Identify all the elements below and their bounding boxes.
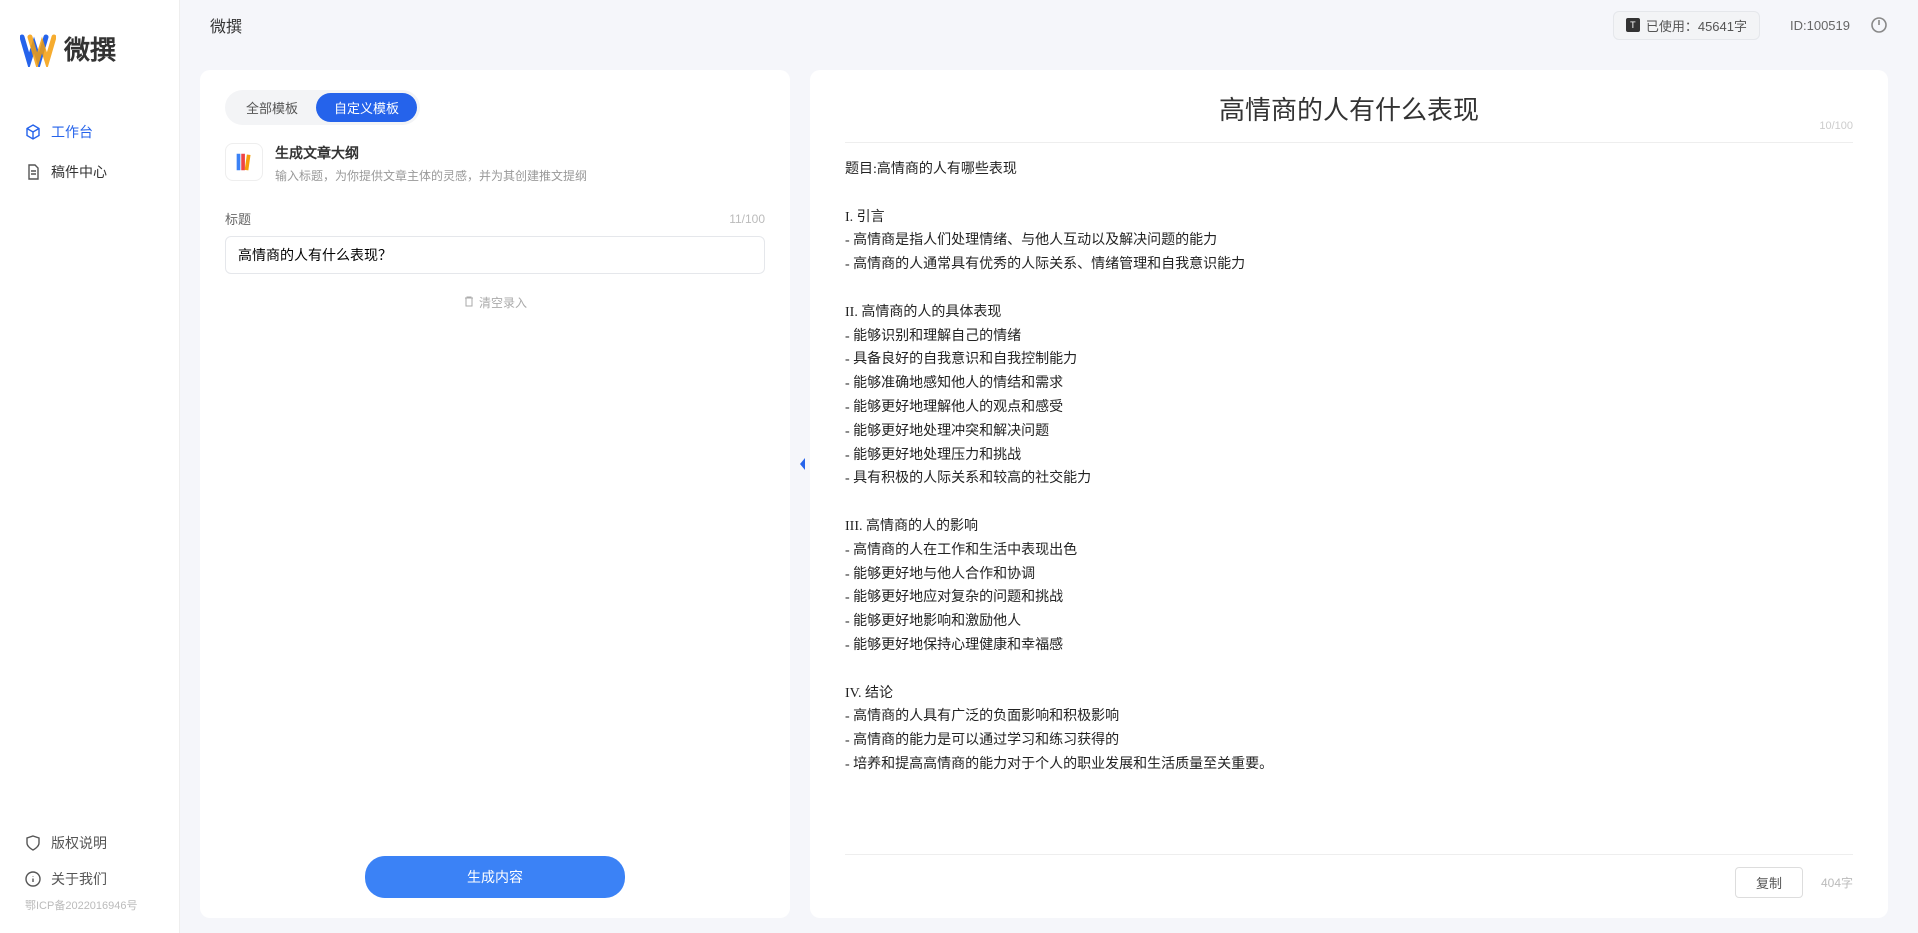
template-desc: 输入标题，为你提供文章主体的灵感，并为其创建推文提纲: [275, 167, 587, 184]
collapse-handle[interactable]: [796, 450, 810, 478]
usage-text: 已使用：45641字: [1646, 16, 1747, 35]
generate-button[interactable]: 生成内容: [365, 856, 625, 898]
brand-logo: 微撰: [0, 0, 179, 92]
template-title: 生成文章大纲: [275, 143, 587, 163]
brand-name: 微撰: [64, 30, 116, 67]
output-body[interactable]: 题目:高情商的人有哪些表现 I. 引言 - 高情商是指人们处理情绪、与他人互动以…: [845, 158, 1853, 844]
nav-item-drafts[interactable]: 稿件中心: [0, 152, 179, 192]
output-word-count: 404字: [1821, 874, 1853, 891]
title-input[interactable]: [225, 236, 765, 274]
footer-item-about[interactable]: 关于我们: [0, 861, 179, 897]
footer-item-copyright[interactable]: 版权说明: [0, 825, 179, 861]
main-area: 微撰 T 已使用：45641字 ID:100519 全部模板 自定义模板: [180, 0, 1918, 933]
shield-icon: [25, 835, 41, 851]
app-root: 微撰 工作台 稿件中心 版权说明: [0, 0, 1918, 933]
template-card: 生成文章大纲 输入标题，为你提供文章主体的灵感，并为其创建推文提纲: [225, 143, 765, 184]
nav-item-workspace[interactable]: 工作台: [0, 112, 179, 152]
info-icon: [25, 871, 41, 887]
clear-label: 清空录入: [479, 294, 527, 311]
tab-all-templates[interactable]: 全部模板: [228, 93, 316, 122]
user-id: ID:100519: [1790, 18, 1850, 33]
output-panel: 高情商的人有什么表现 10/100 题目:高情商的人有哪些表现 I. 引言 - …: [810, 70, 1888, 918]
content-row: 全部模板 自定义模板 生成文章大纲 输入标题，为你提供文章主体的灵感，并为其创建…: [180, 50, 1918, 933]
trash-icon: [463, 295, 475, 310]
icp-text: 鄂ICP备2022016946号: [0, 897, 179, 923]
cube-icon: [25, 124, 41, 140]
output-title-count: 10/100: [1819, 120, 1853, 132]
clear-button[interactable]: 清空录入: [463, 294, 527, 311]
footer-label: 版权说明: [51, 833, 107, 853]
books-icon: [225, 143, 263, 181]
topbar: 微撰 T 已使用：45641字 ID:100519: [180, 0, 1918, 50]
brand-w-icon: [20, 31, 56, 67]
copy-button[interactable]: 复制: [1735, 867, 1803, 898]
page-title: 微撰: [210, 13, 242, 37]
tab-custom-templates[interactable]: 自定义模板: [316, 93, 417, 122]
footer-label: 关于我们: [51, 869, 107, 889]
sidebar: 微撰 工作台 稿件中心 版权说明: [0, 0, 180, 933]
output-title: 高情商的人有什么表现: [1219, 90, 1479, 127]
usage-badge[interactable]: T 已使用：45641字: [1613, 11, 1760, 40]
sidebar-footer: 版权说明 关于我们 鄂ICP备2022016946号: [0, 825, 179, 933]
template-tabs: 全部模板 自定义模板: [225, 90, 420, 125]
document-icon: [25, 164, 41, 180]
title-label: 标题: [225, 209, 251, 228]
input-panel: 全部模板 自定义模板 生成文章大纲 输入标题，为你提供文章主体的灵感，并为其创建…: [200, 70, 790, 918]
nav-label: 稿件中心: [51, 162, 107, 182]
power-icon[interactable]: [1870, 16, 1888, 34]
nav-label: 工作台: [51, 122, 93, 142]
output-header: 高情商的人有什么表现 10/100: [845, 90, 1853, 143]
text-quota-icon: T: [1626, 18, 1640, 32]
title-char-count: 11/100: [729, 212, 765, 226]
output-footer: 复制 404字: [845, 854, 1853, 898]
main-nav: 工作台 稿件中心: [0, 92, 179, 825]
